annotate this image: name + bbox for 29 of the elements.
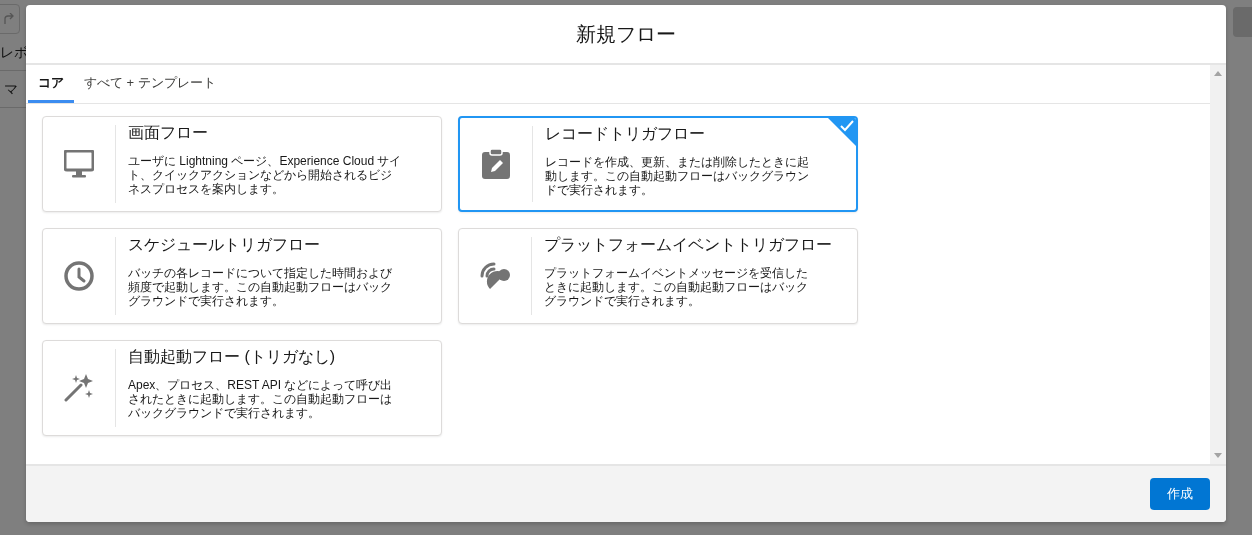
card-description: プラットフォームイベントメッセージを受信したときに起動します。この自動起動フローはバックグラウンドで実行されます。: [544, 266, 809, 308]
flow-type-card[interactable]: プラットフォームイベントトリガフロー プラットフォームイベントメッセージを受信したときに起動します。この自動起動フローはバックグラウンドで実行されます。: [458, 228, 858, 324]
flow-type-card[interactable]: 自動起動フロー (トリガなし) Apex、プロセス、REST API などによって呼び出されたときに起動します。この自動起動フローはバックグラウンドで実行されます。: [42, 340, 442, 436]
card-title: レコードトリガフロー: [545, 124, 706, 144]
redo-icon: [3, 13, 15, 25]
flow-type-card[interactable]: 画面フロー ユーザに Lightning ページ、Experience Cloud サイト、クイックアクションなどから開始されるビジネスプロセスを案内します。: [42, 116, 442, 212]
selected-check-icon: [828, 118, 856, 146]
tab[interactable]: すべて + テンプレート: [74, 65, 226, 103]
card-title: プラットフォームイベントトリガフロー: [544, 235, 832, 255]
dialog-title: 新規フロー: [576, 21, 676, 47]
magic-wand-icon: [64, 374, 94, 402]
flow-type-card[interactable]: スケジュールトリガフロー バッチの各レコードについて指定した時間および頻度で起動します。この自動起動フローはバックグラウンドで実行されます。: [42, 228, 442, 324]
scroll-down-icon[interactable]: [1214, 453, 1222, 458]
signal-dish-icon: [480, 262, 510, 290]
card-title: 自動起動フロー (トリガなし): [128, 347, 337, 367]
card-description: レコードを作成、更新、または削除したときに起動します。この自動起動フローはバックグラウンドで実行されます。: [545, 155, 810, 197]
card-title: スケジュールトリガフロー: [128, 235, 321, 255]
card-description: ユーザに Lightning ページ、Experience Cloud サイト、クイックアクションなどから開始されるビジネスプロセスを案内します。: [128, 154, 403, 196]
clock-icon: [64, 261, 94, 291]
card-description: バッチの各レコードについて指定した時間および頻度で起動します。この自動起動フローはバックグラウンドで実行されます。: [128, 266, 393, 308]
create-button[interactable]: 作成: [1150, 478, 1210, 510]
clipboard-pencil-icon: [482, 149, 510, 179]
card-title: 画面フロー: [128, 123, 209, 143]
tab[interactable]: コア: [28, 65, 74, 103]
flow-type-card[interactable]: レコードトリガフロー レコードを作成、更新、または削除したときに起動します。この自動起動フローはバックグラウンドで実行されます。: [458, 116, 858, 212]
card-description: Apex、プロセス、REST API などによって呼び出されたときに起動します。この自動起動フローはバックグラウンドで実行されます。: [128, 378, 394, 420]
redo-button[interactable]: [0, 4, 20, 34]
scroll-up-icon[interactable]: [1214, 71, 1222, 76]
monitor-icon: [64, 150, 94, 178]
